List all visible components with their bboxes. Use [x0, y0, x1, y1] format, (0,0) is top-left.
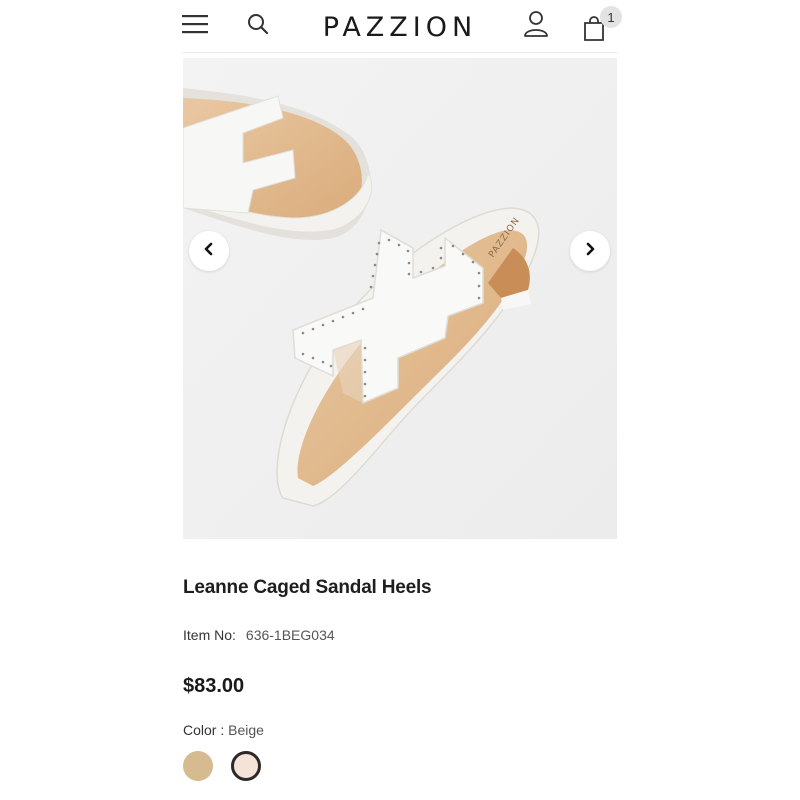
item-number-label: Item No: — [183, 627, 236, 643]
item-number-row: Item No: 636-1BEG034 — [183, 627, 335, 643]
brand-logo[interactable]: PAZZION — [300, 8, 500, 46]
previous-image-button[interactable] — [189, 231, 229, 271]
product-title: Leanne Caged Sandal Heels — [183, 577, 432, 598]
product-page: PAZZION 1 PAZZION Leanne Caged Sandal He… — [0, 0, 800, 800]
color-separator: : — [216, 722, 229, 738]
cart-count-badge: 1 — [600, 6, 622, 28]
chevron-right-icon — [584, 242, 596, 261]
product-image-gallery[interactable]: PAZZION — [183, 58, 617, 539]
menu-button[interactable] — [180, 12, 212, 40]
color-swatch-beige[interactable] — [183, 751, 213, 781]
hamburger-menu-icon — [182, 13, 210, 40]
next-image-button[interactable] — [570, 231, 610, 271]
chevron-left-icon — [203, 242, 215, 261]
account-button[interactable] — [520, 10, 552, 42]
item-number-value: 636-1BEG034 — [245, 627, 335, 643]
search-icon — [246, 12, 270, 41]
product-image: PAZZION — [183, 58, 617, 539]
user-icon — [523, 10, 549, 43]
color-label: Color — [183, 722, 217, 738]
header-divider — [182, 52, 618, 53]
color-value: Beige — [228, 722, 264, 738]
color-swatch-nude[interactable] — [231, 751, 261, 781]
product-price: $83.00 — [183, 675, 245, 697]
search-button[interactable] — [243, 11, 273, 41]
cart-button[interactable]: 1 — [578, 6, 622, 44]
header: PAZZION 1 — [0, 0, 800, 54]
color-row: Color : Beige — [183, 722, 264, 738]
